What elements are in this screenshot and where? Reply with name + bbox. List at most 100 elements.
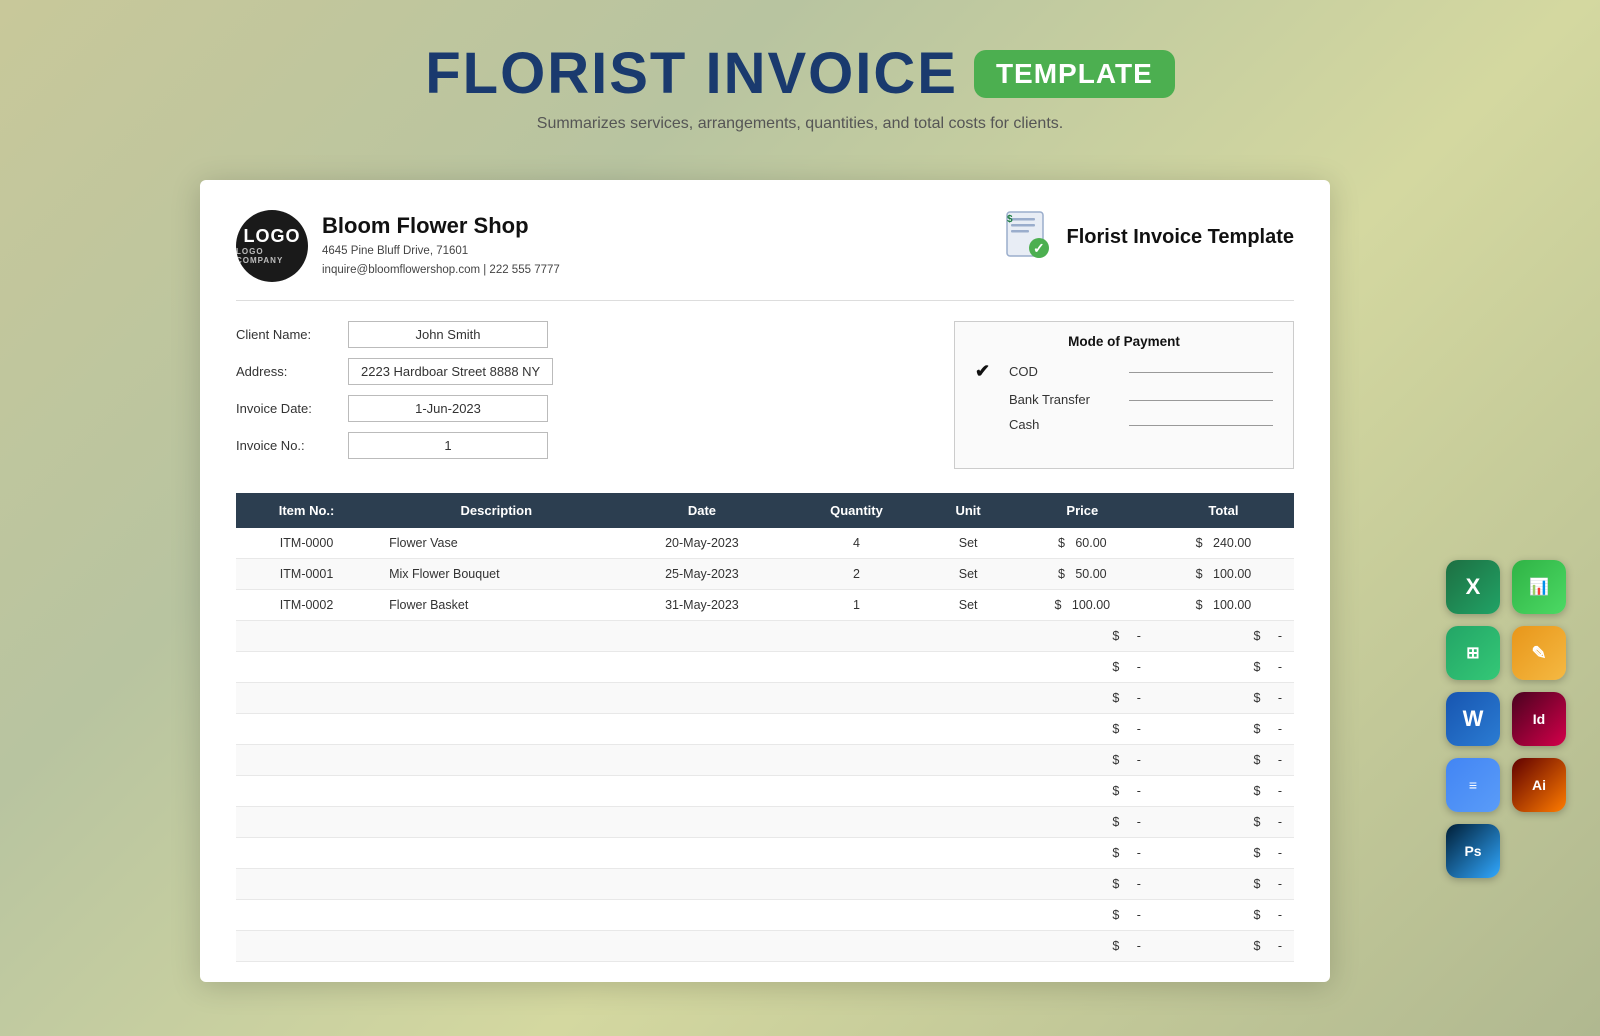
cell-empty [788, 776, 924, 807]
cell-empty [788, 745, 924, 776]
cell-empty [236, 621, 377, 652]
table-row-empty: $ - $ - [236, 621, 1294, 652]
invoice-no-row: Invoice No.: 1 [236, 432, 914, 459]
cell-total: $ 240.00 [1153, 528, 1294, 559]
page-subtitle: Summarizes services, arrangements, quant… [0, 115, 1600, 133]
company-address: 4645 Pine Bluff Drive, 71601 [322, 242, 560, 260]
word-icon[interactable]: W [1446, 692, 1500, 746]
cell-empty [924, 838, 1011, 869]
cell-empty [615, 652, 788, 683]
cell-quantity: 2 [788, 559, 924, 590]
cell-date: 20-May-2023 [615, 528, 788, 559]
cell-empty-total: $ - [1153, 869, 1294, 900]
sheets-icon[interactable]: ⊞ [1446, 626, 1500, 680]
svg-text:$: $ [1007, 214, 1013, 225]
col-unit: Unit [924, 493, 1011, 528]
cell-empty-price: $ - [1012, 869, 1153, 900]
excel-icon[interactable]: X [1446, 560, 1500, 614]
cell-empty [377, 621, 615, 652]
cell-empty-total: $ - [1153, 745, 1294, 776]
cell-empty-total: $ - [1153, 621, 1294, 652]
logo-text-small: LOGO COMPANY [236, 247, 308, 265]
cell-empty [377, 745, 615, 776]
cell-empty [788, 931, 924, 962]
cell-empty [377, 807, 615, 838]
cell-quantity: 1 [788, 590, 924, 621]
cell-empty [377, 652, 615, 683]
invoice-date-value: 1-Jun-2023 [348, 395, 548, 422]
cell-empty [615, 838, 788, 869]
bank-line [1129, 400, 1273, 401]
col-description: Description [377, 493, 615, 528]
col-date: Date [615, 493, 788, 528]
cell-empty [924, 683, 1011, 714]
invoice-document-icon: $ ✓ [1005, 210, 1055, 265]
cell-price: $ 100.00 [1012, 590, 1153, 621]
cell-empty-price: $ - [1012, 745, 1153, 776]
cell-empty-total: $ - [1153, 776, 1294, 807]
invoice-date-row: Invoice Date: 1-Jun-2023 [236, 395, 914, 422]
cell-empty [377, 714, 615, 745]
app-icons-sidebar: X 📊 ⊞ ✎ W Id ≡ Ai Ps [1446, 560, 1568, 880]
cell-empty [615, 745, 788, 776]
client-name-value: John Smith [348, 321, 548, 348]
cell-empty [236, 745, 377, 776]
cell-empty-total: $ - [1153, 714, 1294, 745]
cell-empty-total: $ - [1153, 900, 1294, 931]
page-title-row: FLORIST INVOICE TEMPLATE [425, 40, 1175, 107]
cell-empty [236, 714, 377, 745]
table-row-empty: $ - $ - [236, 900, 1294, 931]
cell-empty [924, 776, 1011, 807]
company-info: Bloom Flower Shop 4645 Pine Bluff Drive,… [322, 213, 560, 279]
gdocs-icon[interactable]: ≡ [1446, 758, 1500, 812]
cell-empty [236, 869, 377, 900]
cell-total: $ 100.00 [1153, 590, 1294, 621]
cell-empty-price: $ - [1012, 652, 1153, 683]
cell-price: $ 50.00 [1012, 559, 1153, 590]
cell-empty [377, 683, 615, 714]
cell-empty [615, 807, 788, 838]
cell-item-no: ITM-0002 [236, 590, 377, 621]
cell-empty-total: $ - [1153, 807, 1294, 838]
table-row-empty: $ - $ - [236, 714, 1294, 745]
indesign-icon[interactable]: Id [1512, 692, 1566, 746]
cell-empty [377, 869, 615, 900]
photoshop-icon[interactable]: Ps [1446, 824, 1500, 878]
cell-total: $ 100.00 [1153, 559, 1294, 590]
cell-empty [377, 776, 615, 807]
client-name-row: Client Name: John Smith [236, 321, 914, 348]
cell-empty [236, 931, 377, 962]
cell-empty-total: $ - [1153, 838, 1294, 869]
cell-item-no: ITM-0001 [236, 559, 377, 590]
table-row-empty: $ - $ - [236, 683, 1294, 714]
illustrator-icon[interactable]: Ai [1512, 758, 1566, 812]
cod-checkmark: ✔ [975, 361, 999, 382]
cell-empty [788, 869, 924, 900]
cell-price: $ 60.00 [1012, 528, 1153, 559]
cell-empty [788, 652, 924, 683]
cell-empty [615, 683, 788, 714]
table-row: ITM-0001 Mix Flower Bouquet 25-May-2023 … [236, 559, 1294, 590]
cell-quantity: 4 [788, 528, 924, 559]
cell-empty [788, 807, 924, 838]
cell-unit: Set [924, 528, 1011, 559]
cell-description: Mix Flower Bouquet [377, 559, 615, 590]
cell-empty [377, 931, 615, 962]
numbers-icon[interactable]: 📊 [1512, 560, 1566, 614]
payment-title: Mode of Payment [975, 334, 1273, 349]
cell-empty [788, 838, 924, 869]
cell-empty-price: $ - [1012, 900, 1153, 931]
cod-line [1129, 372, 1273, 373]
cell-empty [377, 838, 615, 869]
address-label: Address: [236, 364, 336, 379]
cell-empty [615, 621, 788, 652]
pages-icon[interactable]: ✎ [1512, 626, 1566, 680]
company-logo: LOGO LOGO COMPANY [236, 210, 308, 282]
cell-empty [924, 714, 1011, 745]
cell-description: Flower Vase [377, 528, 615, 559]
cell-empty-price: $ - [1012, 621, 1153, 652]
cell-empty-price: $ - [1012, 776, 1153, 807]
cell-empty [924, 807, 1011, 838]
cell-empty [615, 714, 788, 745]
logo-text-big: LOGO [244, 227, 301, 245]
